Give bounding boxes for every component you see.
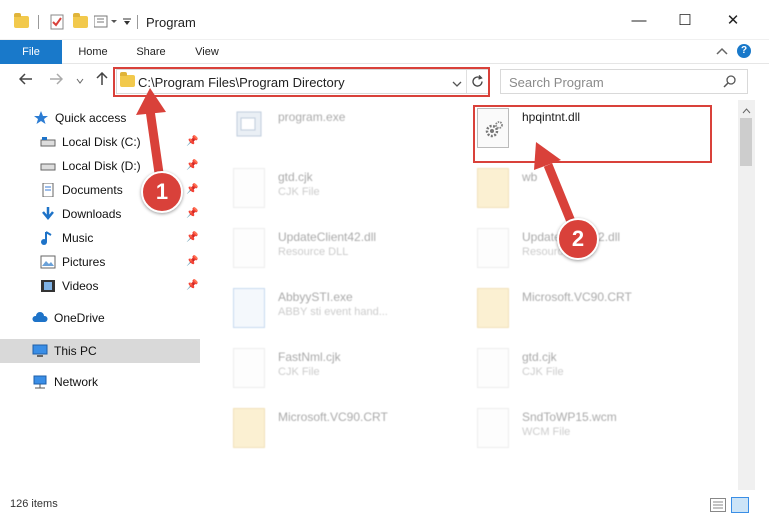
arrow-head — [136, 88, 166, 115]
annotation-arrows — [136, 88, 577, 226]
step-1-badge: 1 — [141, 171, 183, 213]
arrow-line — [145, 109, 165, 181]
arrow-line — [543, 163, 577, 226]
step-2-badge: 2 — [557, 218, 599, 260]
